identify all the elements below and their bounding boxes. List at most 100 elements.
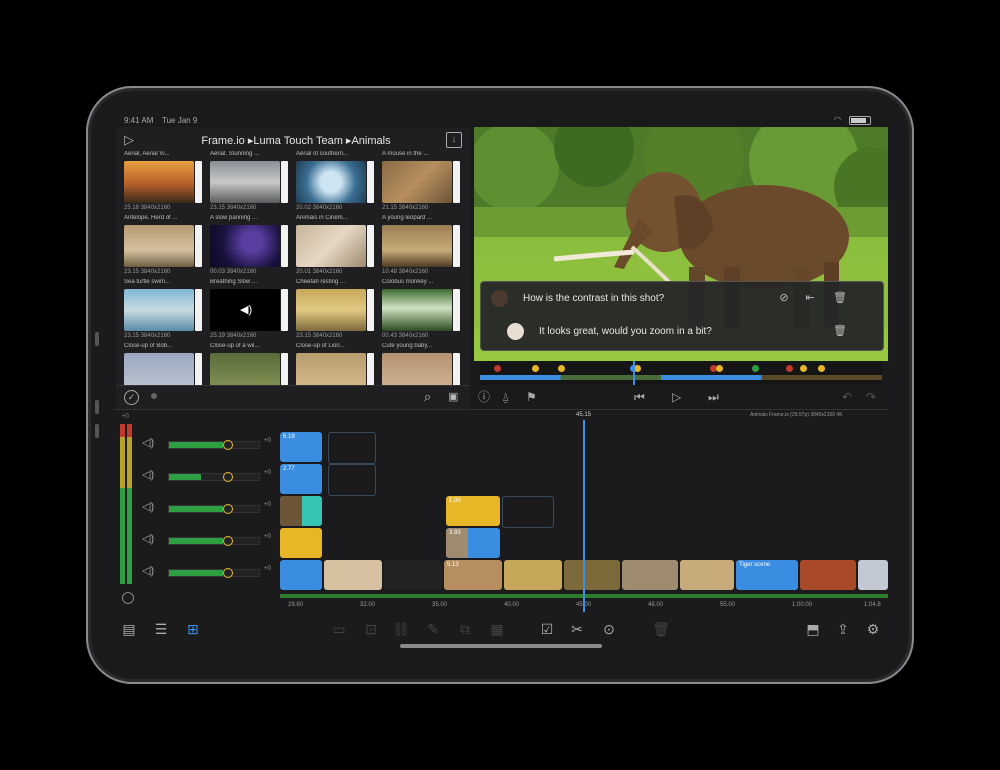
- flag-icon[interactable]: ⚑: [526, 390, 537, 404]
- copy-icon[interactable]: ⧉: [456, 621, 474, 637]
- comment-marker[interactable]: [494, 365, 501, 372]
- clip-tile[interactable]: Aerial, Stunning ... 23.15 3840x2160: [210, 151, 290, 215]
- clip-tile[interactable]: Close-up of Bob...: [124, 343, 204, 385]
- clip-tile[interactable]: Aerial of southern... 20.02 3840x2160: [296, 151, 376, 215]
- comment-marker[interactable]: [634, 365, 641, 372]
- play-icon[interactable]: ▷: [124, 132, 134, 148]
- timeline-icon[interactable]: ⊞: [184, 621, 202, 637]
- timeline-clip[interactable]: [622, 560, 678, 590]
- timeline-clip[interactable]: [800, 560, 856, 590]
- insert-icon[interactable]: ⊡: [362, 621, 380, 637]
- timeline-clip[interactable]: 6.19: [280, 432, 322, 462]
- trash-icon[interactable]: 🗑: [833, 290, 847, 306]
- split-icon[interactable]: ▭: [330, 621, 348, 637]
- comment-row[interactable]: How is the contrast in this shot? ⊘ ⇤ 🗑: [481, 284, 883, 314]
- speaker-icon[interactable]: ◁): [142, 500, 154, 513]
- track-area[interactable]: 45.15 Animals Frame.io (29.97p) 3840x216…: [280, 410, 888, 616]
- comment-marker-strip[interactable]: [480, 361, 882, 385]
- skip-back-icon[interactable]: ⏮: [634, 390, 645, 404]
- settings-icon[interactable]: ⚙: [864, 621, 882, 637]
- timeline-clip[interactable]: [324, 560, 382, 590]
- import-icon[interactable]: ↓: [446, 132, 462, 148]
- clip-strip: [367, 353, 374, 385]
- info-icon[interactable]: ⓘ: [478, 390, 490, 404]
- select-icon[interactable]: ✓: [124, 390, 139, 405]
- timeline-clip[interactable]: [504, 560, 562, 590]
- clip-tile[interactable]: Cute young baby...: [382, 343, 462, 385]
- master-icon[interactable]: [122, 592, 134, 604]
- ruler-tick: 48.00: [648, 602, 664, 608]
- marker-icon[interactable]: ⍙: [502, 390, 509, 404]
- library-icon[interactable]: ▤: [120, 621, 138, 637]
- timeline-clip[interactable]: [680, 560, 734, 590]
- comment-marker[interactable]: [532, 365, 539, 372]
- photos-icon[interactable]: ▣: [448, 390, 458, 403]
- volume-slider[interactable]: [168, 536, 260, 546]
- timeline-clip[interactable]: [328, 432, 376, 464]
- playhead[interactable]: [583, 420, 585, 612]
- trash-icon[interactable]: 🗑: [833, 323, 847, 339]
- comment-marker[interactable]: [558, 365, 565, 372]
- mini-playhead[interactable]: [633, 361, 635, 385]
- clip-tile[interactable]: Close-up of Lion...: [296, 343, 376, 385]
- clip-meta: 10.48 3840x2160: [382, 269, 429, 275]
- timeline-clip[interactable]: [564, 560, 620, 590]
- timeline-clip[interactable]: Tiger scene: [736, 560, 798, 590]
- volume-slider[interactable]: [168, 504, 260, 514]
- clip-tile[interactable]: Sea turtle swim... 23.15 3840x2160: [124, 279, 204, 343]
- resolve-icon[interactable]: ⊘: [777, 290, 791, 306]
- clip-meta: 23.15 3840x2160: [210, 205, 257, 211]
- timeline-clip[interactable]: [280, 528, 322, 558]
- volume-slider[interactable]: [168, 472, 260, 482]
- clip-tile[interactable]: Animals in Cinem... 20.01 3840x2160: [296, 215, 376, 279]
- scissors-icon[interactable]: ✂: [568, 621, 586, 637]
- volume-slider[interactable]: [168, 568, 260, 578]
- timeline-clip[interactable]: [280, 560, 322, 590]
- timeline-clip[interactable]: 2.77: [280, 464, 322, 494]
- clip-tile[interactable]: A mouse in the ... 21.15 3840x2160: [382, 151, 462, 215]
- clip-tile[interactable]: Breathing Slow ... ◀) 25.19 3840x2160: [210, 279, 290, 343]
- speaker-icon[interactable]: ◁): [142, 532, 154, 545]
- timeline-clip[interactable]: [328, 464, 376, 496]
- comment-marker[interactable]: [800, 365, 807, 372]
- link-icon[interactable]: ⛓: [392, 621, 410, 637]
- timeline-clip[interactable]: [280, 496, 322, 526]
- clip-tile[interactable]: Close-up of a wil...: [210, 343, 290, 385]
- clip-tile[interactable]: A slow panning ... 00.03 3840x2160: [210, 215, 290, 279]
- add-marker-icon[interactable]: ⊙: [600, 621, 618, 637]
- comment-row[interactable]: It looks great, would you zoom in a bit?…: [481, 317, 883, 347]
- paste-icon[interactable]: ▦: [488, 621, 506, 637]
- undo-icon[interactable]: ↶: [842, 390, 852, 404]
- speaker-icon[interactable]: ◁): [142, 564, 154, 577]
- speaker-icon[interactable]: ◁): [142, 468, 154, 481]
- speaker-icon[interactable]: ◁): [142, 436, 154, 449]
- timeline-clip[interactable]: [858, 560, 888, 590]
- list-icon[interactable]: ☰: [152, 621, 170, 637]
- clip-tile[interactable]: Antelope, Herd of ... 23.15 3840x2160: [124, 215, 204, 279]
- clip-tile[interactable]: Cheetah resting ... 23.15 3840x2160: [296, 279, 376, 343]
- timeline-clip[interactable]: 1.00: [446, 496, 500, 526]
- ruler-tick: 35.00: [432, 602, 448, 608]
- layout-icon[interactable]: ⬒: [804, 621, 822, 637]
- select-tool-icon[interactable]: ☑: [538, 621, 556, 637]
- skip-forward-icon[interactable]: ⏭: [708, 390, 719, 404]
- share-icon[interactable]: ⇪: [834, 621, 852, 637]
- search-icon[interactable]: ⌕: [424, 389, 431, 405]
- comment-marker[interactable]: [786, 365, 793, 372]
- timeline-clip[interactable]: [502, 496, 554, 528]
- timeline-clip[interactable]: [384, 560, 442, 590]
- delete-icon[interactable]: 🗑: [652, 621, 670, 637]
- redo-icon[interactable]: ↷: [866, 390, 876, 404]
- play-button-icon[interactable]: ▷: [672, 390, 681, 404]
- comment-marker[interactable]: [716, 365, 723, 372]
- timeline-clip[interactable]: 5.13: [444, 560, 502, 590]
- reply-icon[interactable]: ⇤: [803, 290, 817, 306]
- comment-marker[interactable]: [818, 365, 825, 372]
- clip-tile[interactable]: Aerial, Aerial Vi... 25.18 3840x2160: [124, 151, 204, 215]
- clip-tile[interactable]: A young leopard ... 10.48 3840x2160: [382, 215, 462, 279]
- volume-slider[interactable]: [168, 440, 260, 450]
- pen-icon[interactable]: ✎: [424, 621, 442, 637]
- clip-tile[interactable]: Colobus monkey ... 00.43 3840x2160: [382, 279, 462, 343]
- timeline-clip[interactable]: 3.93: [446, 528, 500, 558]
- comment-marker[interactable]: [752, 365, 759, 372]
